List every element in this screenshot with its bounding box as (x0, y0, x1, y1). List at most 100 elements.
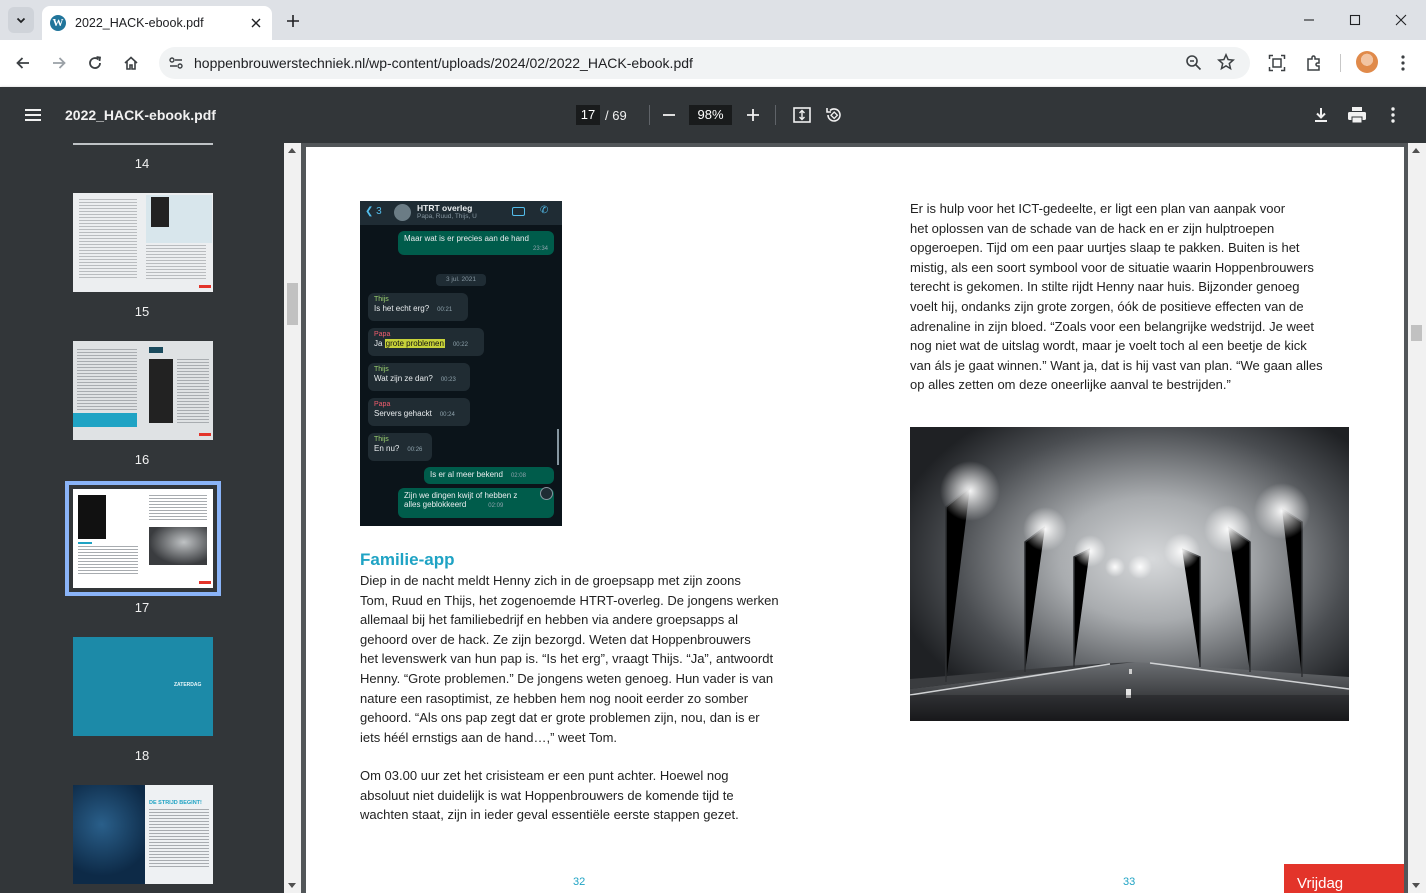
chat-message: Is er al meer bekend 02:08 (424, 467, 554, 484)
tab-title: 2022_HACK-ebook.pdf (75, 16, 204, 30)
back-arrow-icon: ❮ 3 (365, 206, 382, 217)
print-icon (1348, 107, 1366, 124)
sidebar-scrollbar[interactable] (284, 143, 301, 893)
maximize-button[interactable] (1332, 0, 1378, 40)
home-button[interactable] (117, 49, 145, 77)
chat-message: Thijs Is het echt erg? 00:21 (368, 293, 468, 321)
video-call-icon (512, 207, 525, 216)
section-heading: Familie-app (360, 550, 455, 569)
page-total: / 69 (605, 108, 627, 123)
arrow-left-icon (15, 55, 31, 71)
arrow-right-icon (51, 55, 67, 71)
chat-title: HTRT overleg (417, 203, 473, 213)
chat-message: Thijs Wat zijn ze dan? 00:23 (368, 363, 470, 391)
toolbar-divider (649, 105, 650, 125)
browser-toolbar: hoppenbrouwerstechniek.nl/wp-content/upl… (0, 40, 1426, 87)
pdf-file-name: 2022_HACK-ebook.pdf (65, 107, 216, 123)
chat-message: Papa Ja grote problemen 00:22 (368, 328, 484, 356)
url-text[interactable]: hoppenbrouwerstechniek.nl/wp-content/upl… (194, 55, 693, 71)
browser-menu-button[interactable] (1389, 49, 1417, 77)
fit-to-page-button[interactable] (790, 103, 814, 127)
download-button[interactable] (1309, 103, 1333, 127)
section-tab: Vrijdag (1284, 864, 1404, 893)
new-tab-button[interactable] (282, 10, 304, 32)
thumbnail-label: 18 (134, 748, 150, 763)
tab-search-button[interactable] (8, 7, 34, 33)
thumbnail-page-16[interactable] (73, 341, 213, 440)
more-vert-icon (1401, 55, 1405, 71)
back-button[interactable] (9, 49, 37, 77)
profile-avatar[interactable] (1356, 51, 1378, 73)
thumbnail-caption: DE STRIJD BEGINT! (149, 800, 202, 806)
minimize-icon (1303, 14, 1315, 26)
rotate-button[interactable] (822, 103, 846, 127)
body-paragraph: Om 03.00 uur zet het crisisteam er een p… (360, 768, 739, 823)
print-button[interactable] (1345, 103, 1369, 127)
thumbnail-page-14[interactable] (73, 143, 213, 145)
site-info-icon[interactable] (164, 52, 188, 74)
thumbnail-sidebar: 14 15 16 17 ZATERDAG 18 DE STRIJD BEGINT… (0, 143, 284, 893)
minus-icon (663, 114, 675, 116)
thumbnail-label: 14 (134, 156, 150, 171)
group-avatar (394, 204, 411, 221)
pdf-page-spread: ❮ 3 HTRT overleg Papa, Ruud, Thijs, U ✆ … (306, 147, 1404, 893)
puzzle-icon (1305, 54, 1323, 72)
tab-strip: W 2022_HACK-ebook.pdf (0, 0, 1426, 40)
zoom-in-button[interactable] (741, 103, 765, 127)
reload-button[interactable] (81, 49, 109, 77)
minimize-button[interactable] (1286, 0, 1332, 40)
thumbnail-page-18[interactable]: ZATERDAG (73, 637, 213, 736)
scroll-down-arrow[interactable] (1412, 883, 1420, 888)
pdf-more-button[interactable] (1381, 103, 1405, 127)
page-number-right: 33 (1123, 876, 1136, 888)
thumbnail-label: 17 (134, 600, 150, 615)
chat-members: Papa, Ruud, Thijs, U (417, 213, 477, 220)
browser-tab[interactable]: W 2022_HACK-ebook.pdf (42, 6, 272, 40)
bookmark-star-icon[interactable] (1217, 53, 1235, 71)
screenshot-icon (1268, 54, 1286, 72)
chat-message: Papa Servers gehackt 00:24 (368, 398, 470, 426)
thumbnail-page-19[interactable]: DE STRIJD BEGINT! (73, 785, 213, 884)
scroll-up-arrow[interactable] (288, 148, 296, 153)
body-paragraph: Diep in de nacht meldt Henny zich in de … (360, 573, 779, 745)
thumbnail-page-15[interactable] (73, 193, 213, 292)
zoom-icon[interactable] (1185, 54, 1202, 71)
chat-screenshot: ❮ 3 HTRT overleg Papa, Ruud, Thijs, U ✆ … (360, 201, 562, 526)
extensions-button[interactable] (1300, 49, 1328, 77)
chat-message: Maar wat is er precies aan de hand 23:34 (398, 231, 554, 255)
forward-button[interactable] (45, 49, 73, 77)
fit-page-icon (793, 107, 811, 123)
zoom-level-input[interactable]: 98% (689, 105, 732, 125)
foggy-road-photo (910, 427, 1349, 721)
scroll-down-arrow[interactable] (288, 883, 296, 888)
more-vert-icon (1391, 107, 1395, 123)
body-paragraph: Er is hulp voor het ICT-gedeelte, er lig… (910, 201, 1323, 393)
plus-icon (747, 109, 759, 121)
scroll-down-icon (540, 487, 553, 500)
pdf-toolbar: 2022_HACK-ebook.pdf 17 / 69 98% (0, 87, 1426, 143)
chat-header: ❮ 3 HTRT overleg Papa, Ruud, Thijs, U ✆ (360, 201, 562, 225)
thumbnail-label: 16 (134, 452, 150, 467)
sidebar-menu-icon[interactable] (21, 103, 45, 127)
close-icon (1395, 14, 1407, 26)
main-scrollbar[interactable] (1408, 143, 1426, 893)
tab-close-icon[interactable] (248, 15, 264, 31)
scroll-up-arrow[interactable] (1412, 148, 1420, 153)
window-close-button[interactable] (1378, 0, 1424, 40)
reload-icon (87, 55, 103, 71)
toolbar-divider (1340, 54, 1341, 72)
sidebar-scroll-thumb[interactable] (287, 283, 298, 325)
chat-date: 3 jul. 2021 (436, 274, 486, 286)
page-number-input[interactable]: 17 (576, 105, 600, 125)
screen-capture-button[interactable] (1263, 49, 1291, 77)
home-icon (123, 55, 139, 71)
chat-message: Zijn we dingen kwijt of hebben z alles g… (398, 488, 554, 518)
thumbnail-label: 15 (134, 304, 150, 319)
chevron-down-icon (15, 14, 27, 26)
phone-icon: ✆ (540, 205, 549, 216)
main-scroll-thumb[interactable] (1411, 325, 1422, 341)
thumbnail-page-17[interactable] (65, 481, 221, 596)
wordpress-favicon-icon: W (50, 15, 66, 31)
address-bar[interactable]: hoppenbrouwerstechniek.nl/wp-content/upl… (159, 47, 1250, 79)
zoom-out-button[interactable] (657, 103, 681, 127)
